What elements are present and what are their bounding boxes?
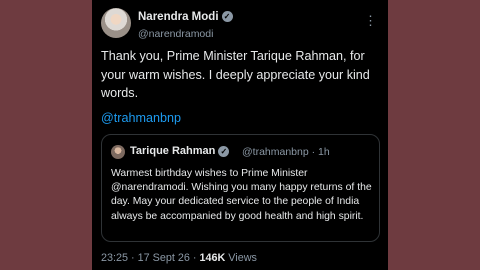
views-label: Views [228, 252, 257, 264]
quoted-author-name[interactable]: Tarique Rahman ✓ [130, 145, 230, 157]
tweet-time[interactable]: 23:25 [101, 252, 128, 264]
tweet-date[interactable]: 17 Sept 26 [138, 252, 190, 264]
views-count: 146K [199, 252, 226, 264]
quoted-handle[interactable]: @trahmanbnp [242, 146, 309, 158]
quoted-author-name-text[interactable]: Tarique Rahman [130, 145, 215, 157]
tweet-text: Thank you, Prime Minister Tarique Rahman… [101, 49, 370, 100]
author-avatar[interactable] [101, 8, 131, 38]
verified-badge-icon: ✓ [218, 145, 230, 157]
dot-separator: · [128, 252, 138, 264]
quoted-handle-time: @trahmanbnp · 1h [242, 146, 330, 158]
quoted-tweet[interactable]: Tarique Rahman ✓ @trahmanbnp · 1h Warmest… [101, 134, 380, 242]
author-name-text[interactable]: Narendra Modi [138, 11, 219, 23]
tweet-card: Narendra Modi ✓ @narendramodi ⋮ Thank you… [92, 0, 388, 270]
quoted-text: Warmest birthday wishes to Prime Ministe… [111, 168, 372, 222]
quoted-avatar[interactable] [111, 145, 125, 159]
dot-separator: · [308, 146, 319, 158]
author-name[interactable]: Narendra Modi ✓ [138, 11, 233, 23]
more-icon[interactable]: ⋮ [364, 14, 377, 27]
mention-link[interactable]: @trahmanbnp [101, 111, 181, 125]
author-handle[interactable]: @narendramodi [138, 28, 213, 40]
tweet-header: Narendra Modi ✓ @narendramodi ⋮ [101, 8, 381, 42]
quoted-time: 1h [318, 146, 330, 158]
verified-badge-icon: ✓ [221, 11, 233, 23]
tweet-meta: 23:25 · 17 Sept 26 · 146K Views [101, 252, 257, 264]
